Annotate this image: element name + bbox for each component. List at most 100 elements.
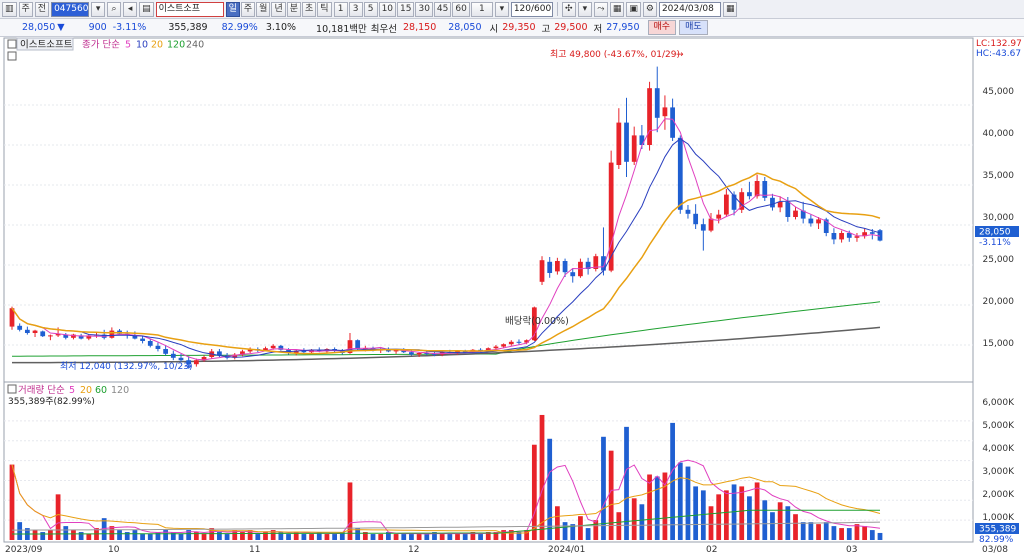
volume-bar bbox=[324, 534, 330, 540]
price-tick: 25,000 bbox=[983, 255, 1015, 265]
volume-bar bbox=[854, 524, 860, 540]
sound-icon[interactable]: ◂ bbox=[123, 1, 138, 17]
volume-bar bbox=[816, 524, 821, 540]
volume-panel-menu-icon[interactable] bbox=[7, 384, 17, 394]
buy-button[interactable]: 매수 bbox=[647, 20, 677, 35]
panel-grid-icon[interactable] bbox=[7, 51, 17, 61]
price-tick: 30,000 bbox=[983, 213, 1015, 223]
volume-panel-frame bbox=[3, 381, 974, 543]
best-bid: 28,150 bbox=[403, 22, 437, 33]
chart-menu-icon[interactable]: ▥ bbox=[2, 1, 17, 17]
low-label: 저 bbox=[593, 23, 603, 35]
volume-bar bbox=[55, 494, 61, 540]
toolbar-divider bbox=[556, 2, 558, 16]
interval-button[interactable]: 45 bbox=[433, 1, 452, 17]
interval-button[interactable]: 15 bbox=[397, 1, 415, 17]
code-dropdown-icon[interactable]: ▾ bbox=[91, 1, 106, 17]
sell-button[interactable]: 매도 bbox=[679, 20, 708, 35]
ma240-label: 240 bbox=[186, 40, 204, 51]
dropdown-icon[interactable]: ▾ bbox=[577, 1, 592, 17]
time-axis-label: 02 bbox=[706, 545, 717, 555]
period-buttons: 일 주 월 년 분 초 틱 bbox=[225, 1, 332, 17]
volume-bar bbox=[578, 516, 583, 540]
volume-bar bbox=[255, 534, 261, 540]
volume-bar bbox=[631, 498, 637, 540]
gear-icon[interactable]: ⚙ bbox=[642, 1, 657, 17]
price-tick: 45,000 bbox=[983, 87, 1015, 97]
chart-area[interactable]: 이스트소프트 종가 단순 5 10 20 120 240 LC:132.97 H… bbox=[0, 37, 1024, 558]
volume-bar bbox=[347, 482, 353, 540]
stock-type-button[interactable]: 주 bbox=[18, 1, 33, 17]
period-second-button[interactable]: 초 bbox=[302, 1, 317, 17]
volume-bar bbox=[624, 426, 629, 540]
interval-button[interactable]: 60 bbox=[452, 1, 470, 17]
stock-code-input[interactable]: 047560 bbox=[51, 1, 90, 17]
settings-icon[interactable]: ✣ bbox=[561, 1, 576, 17]
time-axis-label: 2023/09 bbox=[5, 545, 43, 555]
print-icon[interactable]: ▦ bbox=[609, 1, 625, 17]
period-week-button[interactable]: 주 bbox=[240, 1, 256, 17]
vol-ma120-label: 120 bbox=[111, 385, 129, 396]
candle-body bbox=[516, 341, 522, 343]
candle-body bbox=[869, 232, 875, 234]
volume-bar bbox=[63, 526, 69, 540]
view-count-input[interactable]: 120/600 bbox=[510, 1, 553, 17]
open-label: 시 bbox=[489, 23, 499, 35]
search-icon[interactable]: ⌕ bbox=[107, 1, 122, 17]
candle-body bbox=[608, 162, 614, 271]
period-tick-button[interactable]: 틱 bbox=[317, 1, 332, 17]
interval-dropdown-icon[interactable]: ▾ bbox=[494, 1, 509, 17]
price-tick: 20,000 bbox=[983, 297, 1015, 307]
volume-bar bbox=[401, 534, 407, 540]
save-icon[interactable]: ▣ bbox=[626, 1, 641, 17]
volume-bar bbox=[132, 530, 138, 540]
favorite-icon[interactable]: ▤ bbox=[139, 1, 154, 17]
candle-body bbox=[178, 357, 184, 361]
volume-bar bbox=[117, 530, 122, 540]
market-select[interactable]: 전 bbox=[34, 1, 50, 17]
high-annotation: 최고 49,800 (-43.67%, 01/29) bbox=[550, 49, 680, 60]
candle-body bbox=[777, 201, 783, 208]
time-axis-label: 10 bbox=[108, 545, 120, 555]
volume-bar bbox=[593, 520, 599, 540]
dividend-arrow-icon: ↓ bbox=[531, 331, 540, 344]
interval-button[interactable]: 3 bbox=[348, 1, 363, 17]
period-year-button[interactable]: 년 bbox=[271, 1, 286, 17]
interval-input[interactable]: 1 bbox=[470, 1, 493, 17]
candle-body bbox=[654, 88, 660, 118]
interval-button[interactable]: 1 bbox=[333, 1, 348, 17]
ma120-label: 120 bbox=[167, 40, 185, 51]
volume-bar bbox=[793, 514, 798, 540]
volume-bar bbox=[716, 494, 722, 540]
candle-body bbox=[631, 135, 637, 162]
candle-body bbox=[731, 194, 737, 210]
volume-bar bbox=[639, 504, 645, 540]
ma5-label: 5 bbox=[125, 40, 131, 51]
current-price-tag: 28,050 bbox=[979, 228, 1011, 238]
calendar-icon[interactable]: ▦ bbox=[722, 1, 738, 17]
period-month-button[interactable]: 월 bbox=[256, 1, 271, 17]
candle-body bbox=[163, 349, 169, 354]
time-axis-label: 03 bbox=[846, 545, 857, 555]
candle-body bbox=[693, 213, 699, 225]
interval-button[interactable]: 30 bbox=[415, 1, 433, 17]
panel-menu-icon[interactable] bbox=[7, 39, 17, 49]
date-input[interactable]: 2024/03/08 bbox=[658, 1, 721, 17]
period-day-button[interactable]: 일 bbox=[225, 1, 240, 17]
high-price: 29,500 bbox=[554, 22, 588, 33]
period-minute-button[interactable]: 분 bbox=[286, 1, 301, 17]
interval-button[interactable]: 5 bbox=[363, 1, 378, 17]
compare-icon[interactable]: ⤳ bbox=[593, 1, 608, 17]
interval-button[interactable]: 10 bbox=[378, 1, 397, 17]
stock-name-field: 이스트소프 bbox=[155, 1, 224, 17]
open-price: 29,350 bbox=[502, 22, 536, 33]
stock-chart[interactable]: 이스트소프트 종가 단순 5 10 20 120 240 LC:132.97 H… bbox=[0, 37, 1024, 558]
candle-body bbox=[839, 233, 844, 240]
lc-label: LC:132.97 bbox=[976, 39, 1022, 49]
volume-tick: 5,000K bbox=[982, 421, 1015, 431]
volume-bar bbox=[201, 534, 207, 540]
candle-body bbox=[662, 107, 668, 117]
quote-bar: 28,050 ▼ 900 -3.11% 355,389 82.99% 3.10%… bbox=[0, 19, 1024, 37]
current-change-tag: -3.11% bbox=[979, 238, 1011, 248]
candle-body bbox=[170, 353, 176, 358]
